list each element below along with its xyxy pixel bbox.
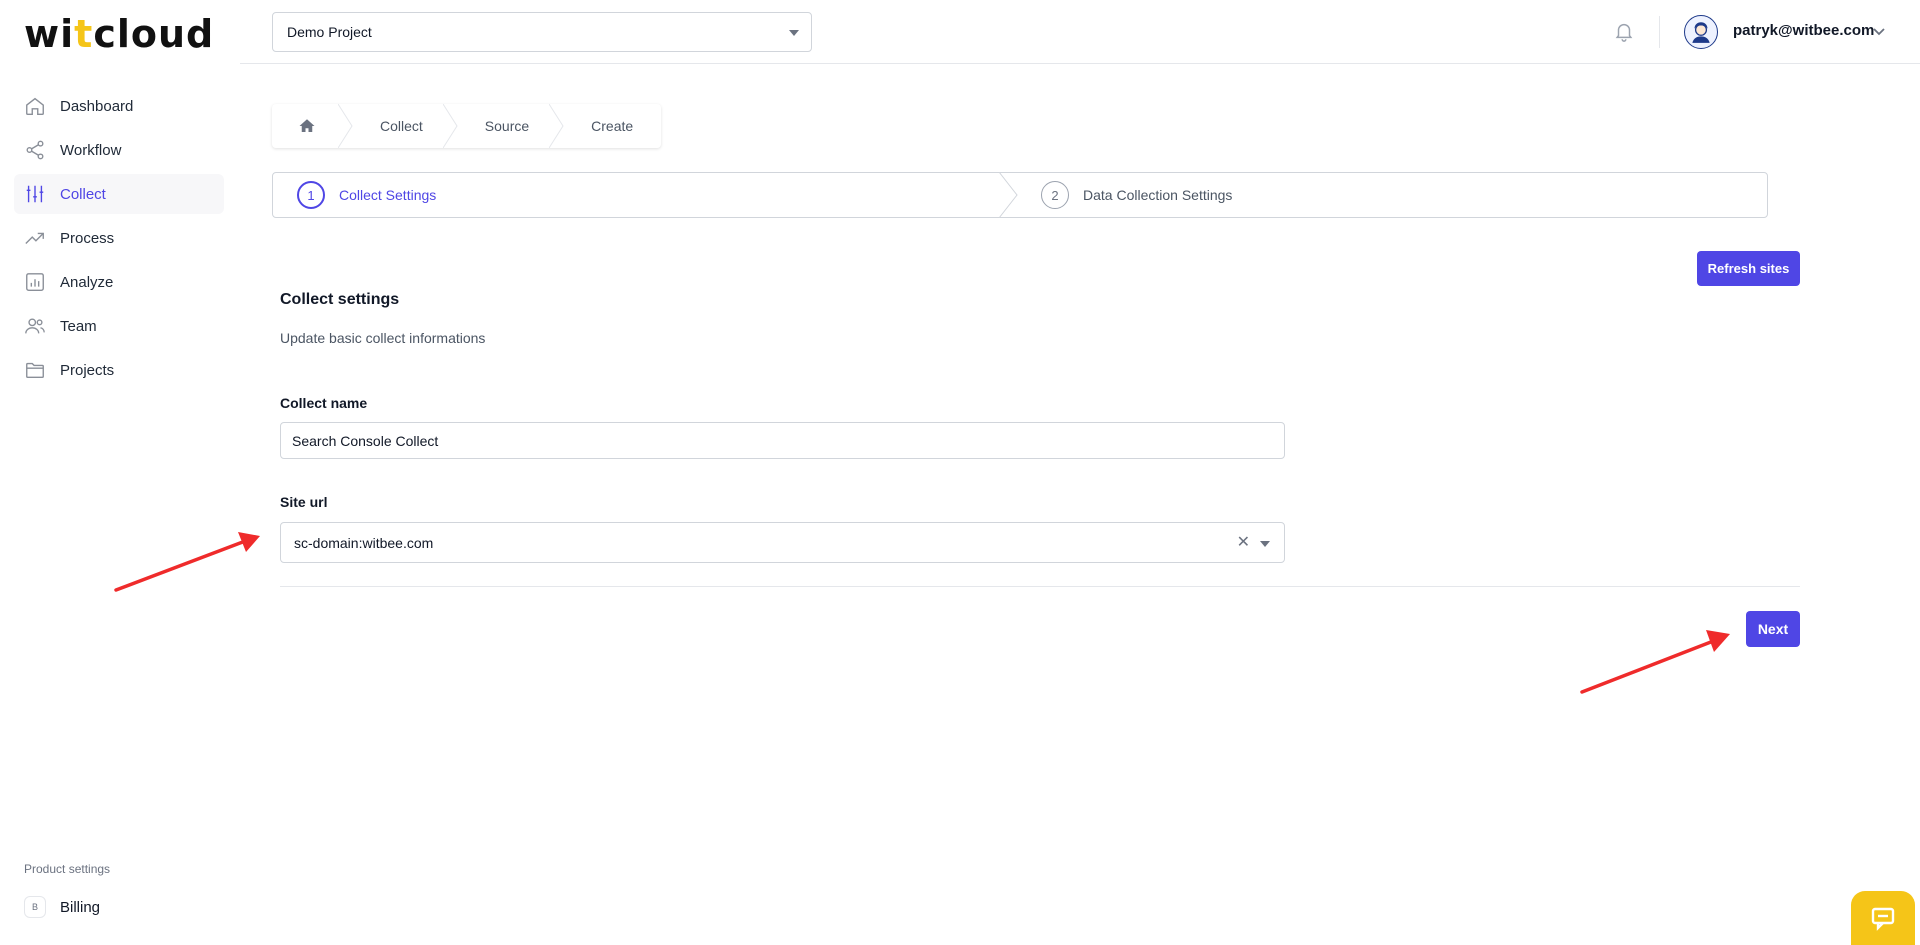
product-settings-heading: Product settings (24, 862, 111, 876)
user-avatar[interactable] (1684, 15, 1718, 49)
next-button[interactable]: Next (1746, 611, 1800, 647)
sidebar-item-projects[interactable]: Projects (14, 350, 224, 390)
sidebar-item-label: Dashboard (60, 97, 134, 115)
breadcrumb-separator (548, 103, 565, 149)
project-select[interactable]: Demo Project (272, 12, 812, 52)
sidebar-item-label: Collect (60, 185, 106, 203)
collect-name-input[interactable] (280, 422, 1285, 459)
topbar-divider (1659, 16, 1660, 48)
sidebar-item-label: Process (60, 229, 115, 247)
breadcrumb-separator (442, 103, 459, 149)
bell-icon[interactable] (1613, 20, 1635, 42)
user-avatar-icon (1692, 22, 1710, 43)
sidebar: witcloud Dashboard Workflow Collect Proc… (0, 0, 240, 945)
sidebar-item-workflow[interactable]: Workflow (14, 130, 224, 170)
breadcrumb-separator (337, 103, 354, 149)
collect-name-label: Collect name (280, 395, 368, 411)
sidebar-item-label: Projects (60, 361, 115, 379)
chat-icon (1871, 907, 1895, 931)
step-collect-settings[interactable]: 1 Collect Settings (273, 173, 1003, 217)
chat-widget-button[interactable] (1851, 891, 1915, 945)
share-icon (26, 140, 44, 160)
breadcrumb: Collect Source Create (272, 103, 662, 149)
witcloud-logo[interactable]: witcloud (24, 12, 214, 56)
user-email[interactable]: patryk@witbee.com (1733, 22, 1874, 39)
step-data-collection-settings[interactable]: 2 Data Collection Settings (1003, 173, 1767, 217)
clear-icon[interactable]: ✕ (1237, 535, 1250, 551)
refresh-sites-button[interactable]: Refresh sites (1697, 251, 1800, 286)
annotation-arrow-next (1580, 630, 1730, 694)
step-number: 1 (297, 181, 325, 209)
caret-down-icon[interactable] (1260, 541, 1270, 547)
sidebar-item-billing[interactable]: B Billing (24, 896, 100, 918)
sidebar-item-dashboard[interactable]: Dashboard (14, 86, 224, 126)
step-label: Data Collection Settings (1083, 187, 1233, 203)
step-number: 2 (1041, 181, 1069, 209)
sliders-icon (26, 185, 44, 203)
breadcrumb-label: Collect (380, 118, 423, 134)
trending-up-icon (25, 232, 44, 244)
breadcrumb-home[interactable] (272, 103, 353, 149)
project-select-value: Demo Project (287, 24, 372, 40)
sidebar-item-label: Team (60, 317, 97, 335)
stepper: 1 Collect Settings 2 Data Collection Set… (272, 171, 1768, 219)
folder-icon (26, 362, 44, 379)
section-title: Collect settings (280, 291, 400, 308)
site-url-label: Site url (280, 494, 328, 510)
sidebar-item-process[interactable]: Process (14, 218, 224, 258)
breadcrumb-item-source[interactable]: Source (451, 103, 564, 149)
sidebar-item-analyze[interactable]: Analyze (14, 262, 224, 302)
billing-badge-icon: B (24, 896, 46, 918)
home-icon (26, 97, 44, 115)
caret-down-icon (789, 30, 799, 36)
site-url-value: sc-domain:witbee.com (294, 534, 434, 551)
sidebar-item-label: Workflow (60, 141, 122, 159)
section-description: Update basic collect informations (280, 330, 486, 346)
breadcrumb-label: Create (591, 118, 634, 134)
chevron-down-icon[interactable] (1872, 24, 1886, 38)
step-label: Collect Settings (339, 187, 437, 203)
breadcrumb-label: Source (484, 118, 530, 134)
home-icon (299, 119, 315, 132)
top-bar: Demo Project patryk@witbee.com (240, 0, 1920, 64)
sidebar-item-label: Billing (60, 898, 101, 916)
users-icon (25, 318, 45, 334)
site-url-select[interactable]: sc-domain:witbee.com ✕ (280, 522, 1285, 563)
bar-chart-icon (26, 273, 44, 291)
breadcrumb-item-create[interactable]: Create (557, 104, 661, 148)
sidebar-item-team[interactable]: Team (14, 306, 224, 346)
sidebar-item-collect[interactable]: Collect (14, 174, 224, 214)
sidebar-item-label: Analyze (60, 273, 114, 291)
breadcrumb-item-collect[interactable]: Collect (346, 103, 458, 149)
form-divider (280, 586, 1800, 587)
sidebar-nav: Dashboard Workflow Collect Process Analy… (14, 86, 224, 394)
